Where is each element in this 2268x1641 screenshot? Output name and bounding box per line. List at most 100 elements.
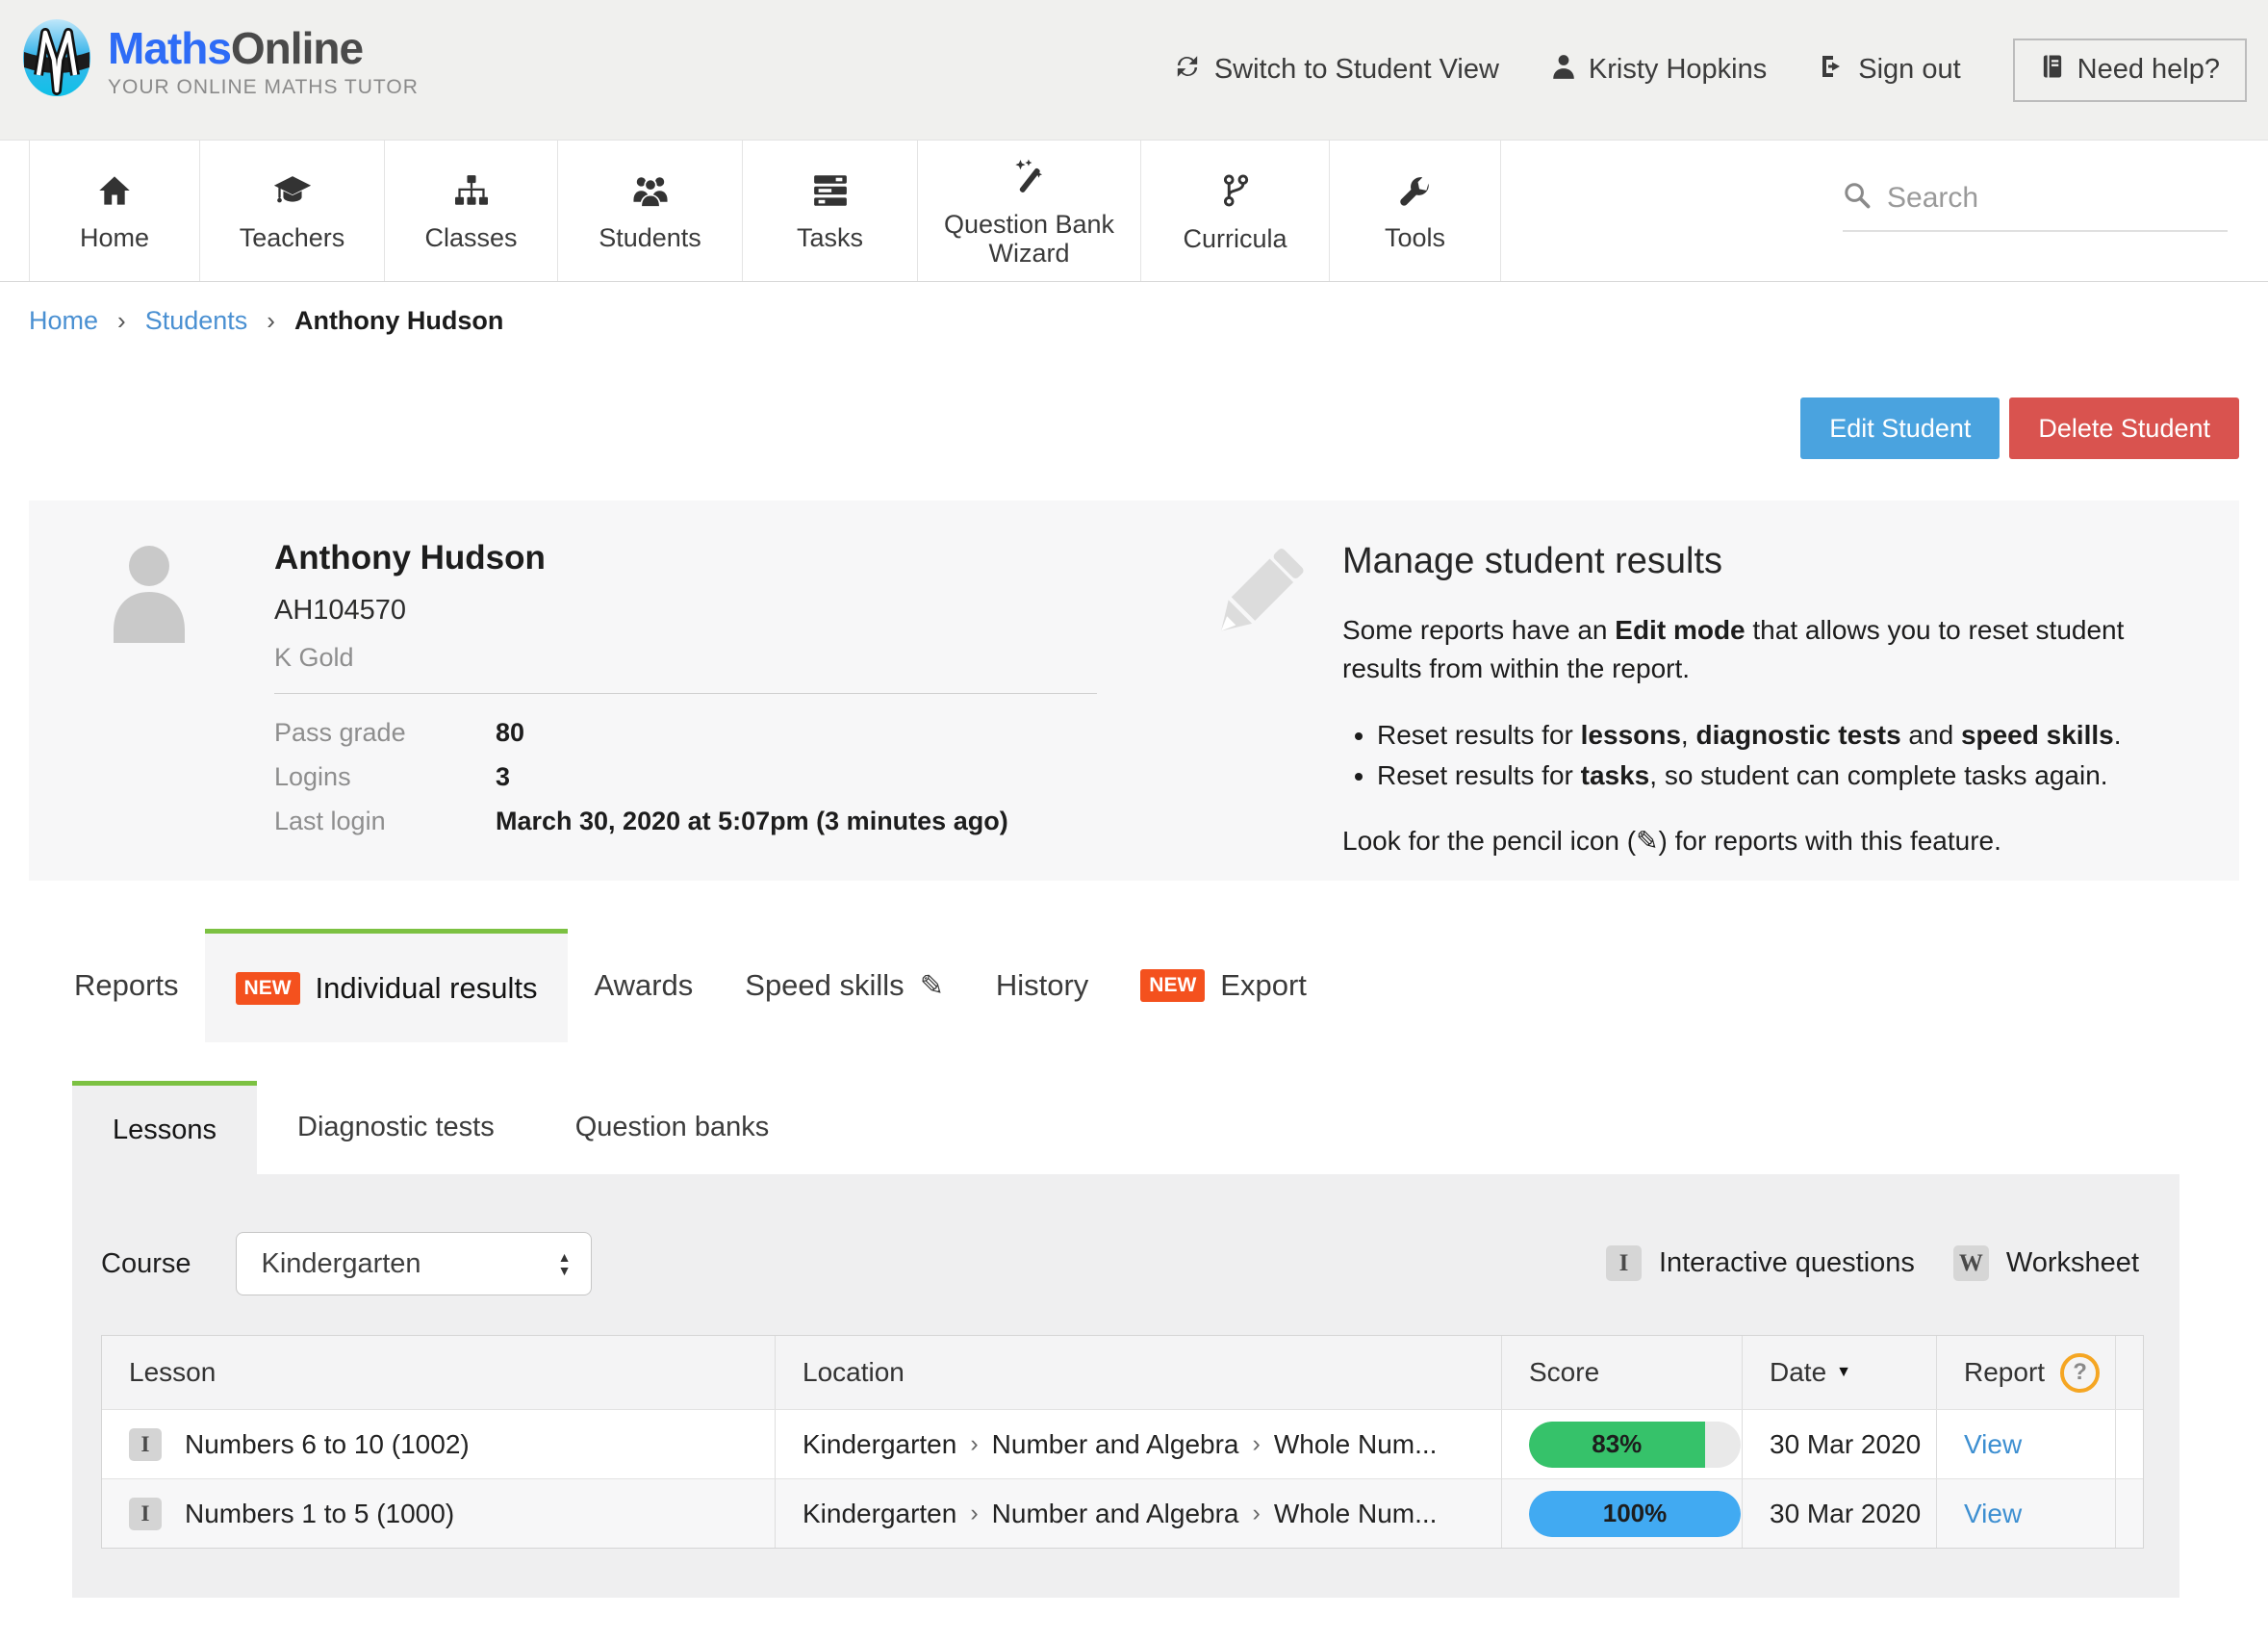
header-actions: Switch to Student View Kristy Hopkins	[1173, 0, 2247, 140]
pencil-icon: ✎	[920, 969, 944, 1003]
user-menu[interactable]: Kristy Hopkins	[1551, 53, 1767, 88]
nav-item-teachers[interactable]: Teachers	[200, 141, 385, 281]
filler-cell	[2116, 1479, 2143, 1548]
subtab-lessons[interactable]: Lessons	[72, 1081, 257, 1174]
lesson-cell: I Numbers 6 to 10 (1002)	[102, 1410, 776, 1478]
table-row: I Numbers 6 to 10 (1002) Kindergarten › …	[102, 1409, 2143, 1478]
page: MathsOnline YOUR ONLINE MATHS TUTOR Swit…	[0, 0, 2268, 1641]
user-name: Kristy Hopkins	[1589, 54, 1767, 86]
report-tabs: Reports NEW Individual results Awards Sp…	[0, 929, 1333, 1042]
tab-awards[interactable]: Awards	[568, 929, 719, 1042]
app-logo[interactable]: MathsOnline YOUR ONLINE MATHS TUTOR	[21, 17, 419, 103]
new-badge: NEW	[1140, 969, 1205, 1002]
table-header-row: Lesson Location Score Date ▼ Report ?	[102, 1336, 2143, 1409]
header-date[interactable]: Date ▼	[1743, 1336, 1937, 1409]
manage-intro: Some reports have an Edit mode that allo…	[1342, 611, 2189, 688]
header-score: Score	[1502, 1336, 1743, 1409]
worksheet-label: Worksheet	[2006, 1247, 2139, 1279]
field-logins: Logins 3	[274, 762, 1008, 792]
manage-bullets: Reset results for lessons, diagnostic te…	[1342, 715, 2189, 796]
view-report-link[interactable]: View	[1964, 1429, 2022, 1460]
subtab-diagnostic-tests[interactable]: Diagnostic tests	[257, 1081, 535, 1174]
result-type-tabs: Lessons Diagnostic tests Question banks	[72, 1042, 809, 1174]
student-fields: Pass grade 80 Logins 3 Last login March …	[274, 718, 1008, 851]
breadcrumb-separator: ›	[117, 306, 126, 336]
course-label: Course	[101, 1248, 191, 1280]
student-info-panel: Anthony Hudson AH104570 K Gold Pass grad…	[29, 500, 2239, 881]
logo-subtitle: YOUR ONLINE MATHS TUTOR	[108, 76, 419, 99]
breadcrumb-students[interactable]: Students	[145, 306, 248, 336]
lessons-panel: Course Kindergarten ▲ ▼ I Interactive qu…	[72, 1174, 2179, 1598]
subtab-question-banks[interactable]: Question banks	[535, 1081, 810, 1174]
manage-note: Look for the pencil icon (✎) for reports…	[1342, 825, 2189, 857]
course-select[interactable]: Kindergarten ▲ ▼	[236, 1232, 592, 1295]
breadcrumb-separator: ›	[267, 306, 275, 336]
course-select-value: Kindergarten	[262, 1248, 421, 1280]
score-bar: 100%	[1529, 1491, 1741, 1537]
course-filter: Course Kindergarten ▲ ▼	[101, 1232, 592, 1295]
avatar	[101, 537, 197, 648]
date-cell: 30 Mar 2020	[1743, 1479, 1937, 1548]
pencil-icon	[1193, 539, 1318, 669]
divider	[274, 693, 1097, 694]
student-name: Anthony Hudson	[274, 539, 546, 577]
need-help-button[interactable]: Need help?	[2013, 38, 2247, 102]
nav-item-tools[interactable]: Tools	[1330, 141, 1501, 281]
interactive-questions-label: Interactive questions	[1659, 1247, 1915, 1279]
new-badge: NEW	[236, 972, 300, 1005]
lesson-title: Numbers 6 to 10 (1002)	[185, 1429, 470, 1460]
delete-student-button[interactable]: Delete Student	[2009, 397, 2239, 459]
task-list-icon	[813, 174, 848, 214]
nav-item-curricula[interactable]: Curricula	[1141, 141, 1330, 281]
sitemap-icon	[453, 174, 490, 214]
book-icon	[2040, 53, 2065, 88]
nav-item-home[interactable]: Home	[29, 141, 200, 281]
nav-item-question-bank-wizard[interactable]: Question Bank Wizard	[918, 141, 1141, 281]
breadcrumb: Home › Students › Anthony Hudson	[29, 283, 503, 358]
worksheet-badge: W	[1953, 1245, 1989, 1281]
wrench-icon	[1398, 174, 1433, 214]
date-cell: 30 Mar 2020	[1743, 1410, 1937, 1478]
view-report-link[interactable]: View	[1964, 1499, 2022, 1529]
manage-title: Manage student results	[1342, 541, 2189, 582]
score-bar-fill: 100%	[1529, 1491, 1741, 1537]
breadcrumb-home[interactable]: Home	[29, 306, 98, 336]
home-icon	[97, 174, 132, 214]
interactive-questions-badge: I	[1606, 1245, 1642, 1281]
chevron-right-icon: ›	[1253, 1500, 1261, 1527]
logo-title: MathsOnline	[108, 22, 419, 74]
manage-bullet-1: Reset results for lessons, diagnostic te…	[1377, 715, 2189, 756]
header-lesson: Lesson	[102, 1336, 776, 1409]
nav-item-students[interactable]: Students	[558, 141, 743, 281]
search-input[interactable]	[1887, 182, 2228, 215]
report-help-icon[interactable]: ?	[2060, 1353, 2100, 1393]
interactive-questions-badge: I	[129, 1498, 162, 1530]
nav-item-tasks[interactable]: Tasks	[743, 141, 918, 281]
nav-item-classes[interactable]: Classes	[385, 141, 558, 281]
header-report: Report ?	[1937, 1336, 2116, 1409]
tab-individual-results[interactable]: NEW Individual results	[205, 929, 569, 1042]
breadcrumb-current: Anthony Hudson	[294, 306, 503, 336]
sort-descending-icon: ▼	[1836, 1364, 1851, 1381]
score-cell: 100%	[1502, 1479, 1743, 1548]
filler-cell	[2116, 1410, 2143, 1478]
tab-history[interactable]: History	[970, 929, 1114, 1042]
switch-student-view-button[interactable]: Switch to Student View	[1173, 52, 1499, 89]
sign-out-icon	[1819, 53, 1846, 88]
users-icon	[630, 174, 671, 214]
sign-out-button[interactable]: Sign out	[1819, 53, 1960, 88]
score-cell: 83%	[1502, 1410, 1743, 1478]
manage-bullet-2: Reset results for tasks, so student can …	[1377, 756, 2189, 796]
header-location: Location	[776, 1336, 1502, 1409]
tab-reports[interactable]: Reports	[48, 929, 205, 1042]
user-icon	[1551, 53, 1576, 88]
edit-student-button[interactable]: Edit Student	[1800, 397, 2000, 459]
tab-speed-skills[interactable]: Speed skills ✎	[719, 929, 970, 1042]
graduation-cap-icon	[272, 174, 313, 214]
main-nav: Home Teachers	[0, 140, 2268, 282]
report-cell: View	[1937, 1410, 2116, 1478]
search-box	[1843, 181, 2228, 232]
lesson-cell: I Numbers 1 to 5 (1000)	[102, 1479, 776, 1548]
tab-export[interactable]: NEW Export	[1114, 929, 1333, 1042]
table-row: I Numbers 1 to 5 (1000) Kindergarten › N…	[102, 1478, 2143, 1548]
